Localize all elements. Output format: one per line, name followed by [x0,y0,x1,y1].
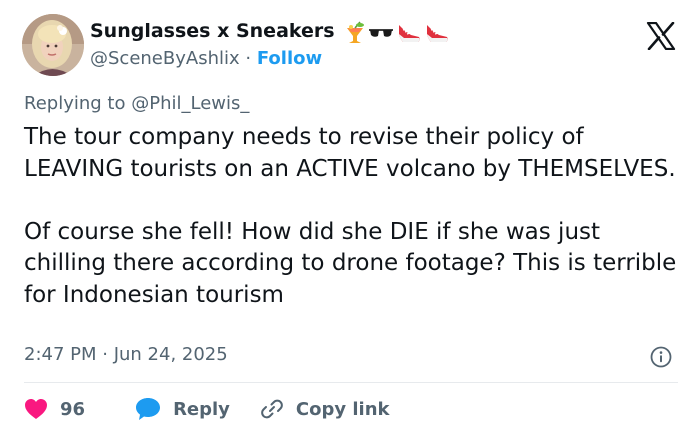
tweet-card: Sunglasses x Sneakers @SceneByAshlix · F… [0,0,700,436]
replying-to: Replying to @Phil_Lewis_ [24,93,249,114]
link-icon [261,399,283,419]
handle-row: @SceneByAshlix · Follow [90,48,322,69]
tweet-timestamp[interactable]: 2:47 PM · Jun 24, 2025 [24,344,228,365]
reply-label: Reply [173,398,230,420]
sneaker-icon [427,25,448,42]
info-icon[interactable] [650,346,672,368]
tropical-drink-icon [347,21,364,43]
replying-to-handle[interactable]: @Phil_Lewis_ [131,93,249,114]
x-logo-icon[interactable] [646,22,676,50]
action-bar: 96 Reply Copy link [24,396,390,422]
display-name[interactable]: Sunglasses x Sneakers [90,20,335,42]
divider [24,382,678,383]
reply-button[interactable]: Reply [135,397,230,421]
replying-to-prefix: Replying to [24,93,126,114]
handle-separator: · [245,48,252,69]
sneaker-icon [399,25,420,42]
heart-icon [25,399,47,419]
name-emojis [344,20,450,46]
avatar-image [22,14,84,76]
like-button[interactable]: 96 [24,398,85,420]
author-handle[interactable]: @SceneByAshlix [90,48,240,69]
avatar[interactable] [22,14,84,76]
copy-link-label: Copy link [295,398,390,420]
tweet-text: The tour company needs to revise their p… [24,124,677,308]
speech-bubble-icon [136,398,161,420]
follow-button[interactable]: Follow [257,48,322,69]
sunglasses-icon [369,29,393,37]
copy-link-button[interactable]: Copy link [260,397,390,421]
like-count: 96 [60,398,86,420]
